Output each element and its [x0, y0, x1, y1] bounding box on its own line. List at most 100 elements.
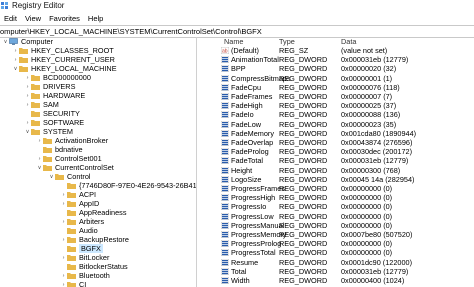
- tree-node-label: HARDWARE: [43, 91, 86, 100]
- value-row[interactable]: ProgressHigh REG_DWORD 0x00000000 (0): [197, 193, 474, 202]
- collapse-arrow-icon[interactable]: ∨: [12, 66, 19, 72]
- values-pane[interactable]: Name Type Data ab (Default) REG_SZ (value n…: [197, 37, 474, 287]
- menu-edit[interactable]: Edit: [0, 12, 21, 25]
- tree-node[interactable]: › ActivationBroker: [36, 136, 109, 145]
- tree-node[interactable]: › BCD00000000: [24, 73, 91, 82]
- folder-icon: [43, 138, 52, 144]
- expand-arrow-icon[interactable]: ›: [24, 120, 31, 126]
- tree-node[interactable]: › HARDWARE: [24, 91, 86, 100]
- value-row[interactable]: ProgressTotal REG_DWORD 0x00000000 (0): [197, 248, 474, 257]
- tree-node[interactable]: bdnative: [36, 145, 83, 154]
- column-header-name[interactable]: Name: [224, 37, 243, 46]
- tree-node[interactable]: › Bluetooth: [60, 271, 110, 280]
- value-row[interactable]: LogoSize REG_DWORD 0x00045 14a (282954): [197, 175, 474, 184]
- value-row[interactable]: FadeProlog REG_DWORD 0x00030dec (200172): [197, 147, 474, 156]
- menu-view[interactable]: View: [21, 12, 45, 25]
- value-row[interactable]: Height REG_DWORD 0x00000300 (768): [197, 166, 474, 175]
- value-row[interactable]: BPP REG_DWORD 0x00000020 (32): [197, 64, 474, 73]
- value-row[interactable]: Resume REG_DWORD 0x0001dc90 (122000): [197, 258, 474, 267]
- column-header-data[interactable]: Data: [341, 37, 356, 46]
- menu-favorites[interactable]: Favorites: [45, 12, 84, 25]
- collapse-arrow-icon[interactable]: ∨: [2, 39, 9, 45]
- expand-arrow-icon[interactable]: ›: [12, 57, 19, 63]
- value-row[interactable]: FadeHigh REG_DWORD 0x00000025 (37): [197, 101, 474, 110]
- folder-icon: [67, 192, 76, 198]
- value-type: REG_DWORD: [279, 64, 328, 74]
- tree-node[interactable]: SECURITY: [24, 109, 80, 118]
- tree-node[interactable]: › SOFTWARE: [24, 118, 85, 127]
- folder-icon: [31, 102, 40, 108]
- tree-node[interactable]: › AppID: [60, 199, 100, 208]
- value-type: REG_DWORD: [279, 211, 328, 221]
- tree-node-label: BitLocker: [79, 253, 110, 262]
- value-name: FadeLow: [231, 119, 262, 129]
- value-row[interactable]: CompressBitmaps REG_DWORD 0x00000001 (1): [197, 74, 474, 83]
- tree-node[interactable]: ∨ Computer: [2, 37, 53, 46]
- value-row[interactable]: Width REG_DWORD 0x00000400 (1024): [197, 276, 474, 285]
- tree-node-label: bdnative: [55, 145, 83, 154]
- value-type: REG_DWORD: [279, 147, 328, 157]
- tree-node[interactable]: BitlockerStatus: [60, 262, 128, 271]
- value-row[interactable]: ProgressManual REG_DWORD 0x00000000 (0): [197, 221, 474, 230]
- binary-value-icon: [221, 120, 229, 128]
- expand-arrow-icon[interactable]: ›: [24, 102, 31, 108]
- expand-arrow-icon[interactable]: ›: [60, 192, 67, 198]
- tree-node[interactable]: Audio: [60, 226, 98, 235]
- binary-value-icon: [221, 203, 229, 211]
- expand-arrow-icon[interactable]: ›: [60, 237, 67, 243]
- value-row[interactable]: FadeTotal REG_DWORD 0x000031eb (12779): [197, 156, 474, 165]
- value-data: 0x00000088 (136): [341, 110, 401, 120]
- address-path[interactable]: omputer\HKEY_LOCAL_MACHINE\SYSTEM\Curren…: [0, 27, 262, 36]
- value-row[interactable]: FadeMemory REG_DWORD 0x001cda80 (1890944): [197, 129, 474, 138]
- tree-node[interactable]: BGFX: [60, 244, 103, 253]
- tree-node[interactable]: AppReadiness: [60, 208, 126, 217]
- value-row[interactable]: Total REG_DWORD 0x000031eb (12779): [197, 267, 474, 276]
- value-row[interactable]: FadeOverlap REG_DWORD 0x00043874 (276596): [197, 138, 474, 147]
- tree-node[interactable]: › Arbiters: [60, 217, 105, 226]
- expand-arrow-icon[interactable]: ›: [36, 156, 43, 162]
- expand-arrow-icon[interactable]: ›: [24, 84, 31, 90]
- tree-node[interactable]: › SAM: [24, 100, 59, 109]
- tree-node[interactable]: › DRIVERS: [24, 82, 76, 91]
- value-row[interactable]: ProgressLow REG_DWORD 0x00000000 (0): [197, 212, 474, 221]
- tree-node[interactable]: › CI: [60, 280, 86, 287]
- expand-arrow-icon[interactable]: ›: [12, 48, 19, 54]
- expand-arrow-icon[interactable]: ›: [60, 273, 67, 279]
- value-row[interactable]: FadeFrames REG_DWORD 0x00000007 (7): [197, 92, 474, 101]
- tree-node[interactable]: ∨ CurrentControlSet: [36, 163, 113, 172]
- column-header-type[interactable]: Type: [279, 37, 295, 46]
- tree-node[interactable]: ∨ Control: [48, 172, 90, 181]
- expand-arrow-icon[interactable]: ›: [24, 93, 31, 99]
- registry-tree[interactable]: ∨ Computer › HKEY_CLASSES_ROOT › HKEY_CURRENT…: [0, 37, 197, 287]
- value-row[interactable]: FadeIo REG_DWORD 0x00000088 (136): [197, 110, 474, 119]
- collapse-arrow-icon[interactable]: ∨: [48, 174, 55, 180]
- value-data: 0x00043874 (276596): [341, 138, 413, 147]
- menu-help[interactable]: Help: [84, 12, 107, 25]
- tree-node[interactable]: › BackupRestore: [60, 235, 129, 244]
- value-row[interactable]: ProgressMemory REG_DWORD 0x0007be80 (50752…: [197, 230, 474, 239]
- value-row[interactable]: ProgressFrames REG_DWORD 0x00000000 (0): [197, 184, 474, 193]
- expand-arrow-icon[interactable]: ›: [60, 255, 67, 261]
- tree-node[interactable]: ∨ HKEY_LOCAL_MACHINE: [12, 64, 116, 73]
- tree-node[interactable]: › ControlSet001: [36, 154, 102, 163]
- tree-node[interactable]: ∨ SYSTEM: [24, 127, 73, 136]
- expand-arrow-icon[interactable]: ›: [60, 201, 67, 207]
- expand-arrow-icon[interactable]: ›: [60, 219, 67, 225]
- tree-node[interactable]: › BitLocker: [60, 253, 110, 262]
- expand-arrow-icon[interactable]: ›: [24, 75, 31, 81]
- value-row[interactable]: AnimationTotal REG_DWORD 0x000031eb (12779…: [197, 55, 474, 64]
- tree-node[interactable]: › HKEY_CLASSES_ROOT: [12, 46, 114, 55]
- expand-arrow-icon[interactable]: ›: [36, 138, 43, 144]
- value-row[interactable]: ProgressProlog REG_DWORD 0x00000000 (0): [197, 239, 474, 248]
- tree-node[interactable]: › HKEY_CURRENT_USER: [12, 55, 115, 64]
- value-row[interactable]: FadeLow REG_DWORD 0x00000023 (35): [197, 120, 474, 129]
- value-row[interactable]: ab (Default) REG_SZ (value not set): [197, 46, 474, 55]
- expand-arrow-icon[interactable]: ›: [60, 282, 67, 287]
- collapse-arrow-icon[interactable]: ∨: [36, 165, 43, 171]
- value-row[interactable]: FadeCpu REG_DWORD 0x00000076 (118): [197, 83, 474, 92]
- value-row[interactable]: ProgressIo REG_DWORD 0x00000000 (0): [197, 202, 474, 211]
- tree-node[interactable]: {7746D80F-97E0-4E26-9543-26B41FC22F79}: [60, 181, 196, 190]
- tree-node[interactable]: › ACPI: [60, 190, 96, 199]
- collapse-arrow-icon[interactable]: ∨: [24, 129, 31, 135]
- value-data: 0x00000000 (0): [341, 184, 393, 193]
